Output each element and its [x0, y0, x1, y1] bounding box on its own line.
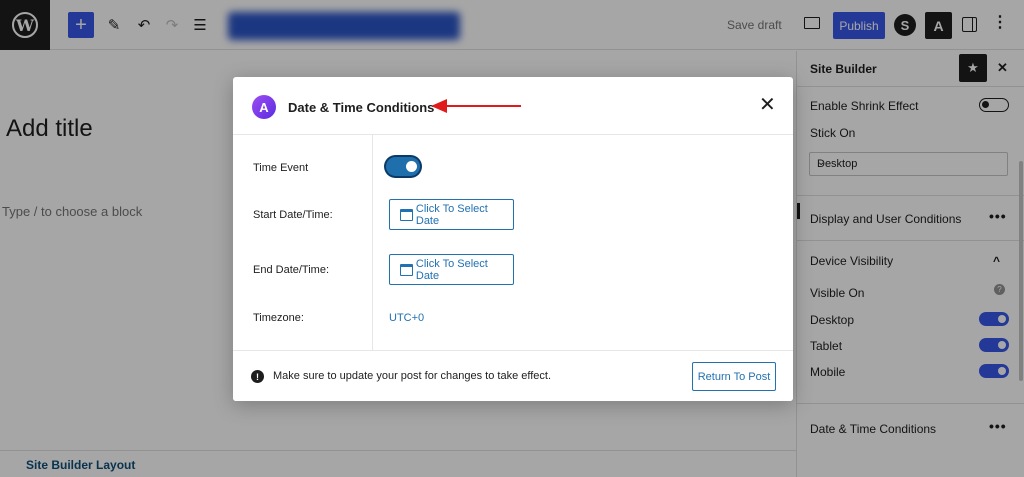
modal-footer: ! Make sure to update your post for chan…	[233, 350, 793, 401]
end-date-button-label: Click To Select Date	[415, 257, 488, 282]
time-event-label: Time Event	[253, 162, 309, 174]
start-date-label: Start Date/Time:	[253, 209, 333, 221]
calendar-icon	[400, 208, 413, 221]
modal-title: Date & Time Conditions	[288, 100, 435, 115]
update-warning-text: Make sure to update your post for change…	[273, 370, 552, 382]
start-date-button[interactable]: Click To Select Date	[389, 199, 514, 230]
timezone-label: Timezone:	[253, 312, 304, 324]
close-modal-icon[interactable]: ✕	[759, 95, 776, 115]
modal-header: A Date & Time Conditions ✕	[233, 77, 793, 135]
time-event-toggle[interactable]	[386, 157, 420, 176]
timezone-value[interactable]: UTC+0	[389, 312, 424, 324]
end-date-button[interactable]: Click To Select Date	[389, 254, 514, 285]
modal-body: Time Event Start Date/Time: Click To Sel…	[233, 135, 793, 350]
start-date-button-label: Click To Select Date	[415, 202, 488, 227]
end-date-label: End Date/Time:	[253, 264, 330, 276]
column-divider	[372, 135, 373, 350]
return-to-post-button[interactable]: Return To Post	[692, 362, 776, 391]
red-arrow-annotation	[431, 99, 521, 113]
date-time-conditions-modal: A Date & Time Conditions ✕ Time Event St…	[233, 77, 793, 401]
warning-icon: !	[251, 370, 264, 383]
calendar-icon	[400, 263, 413, 276]
astra-logo-icon: A	[252, 95, 276, 119]
